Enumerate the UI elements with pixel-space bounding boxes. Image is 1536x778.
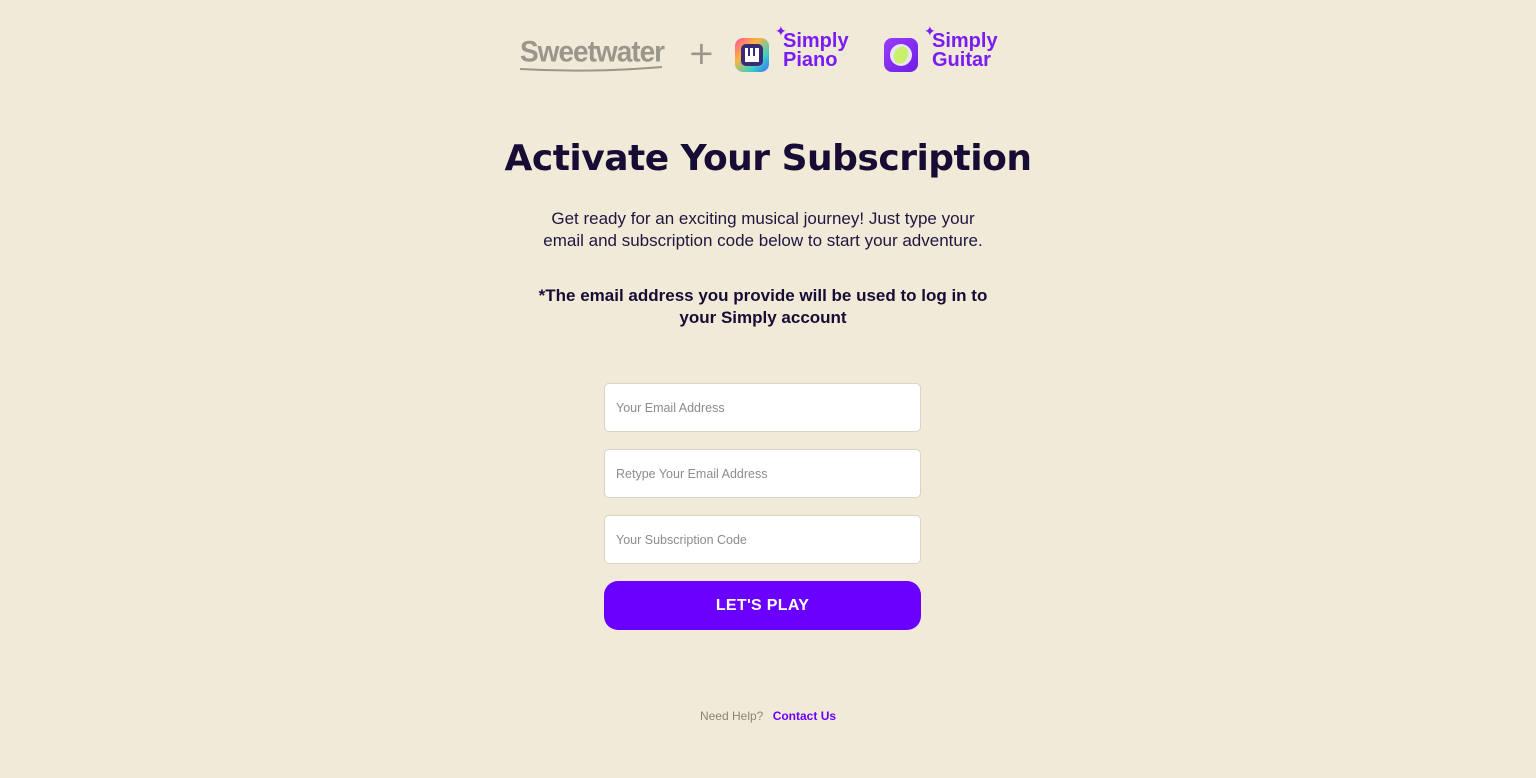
simply-guitar-icon xyxy=(884,38,918,72)
footer: Need Help? Contact Us xyxy=(0,709,1536,723)
lets-play-button[interactable]: LET'S PLAY xyxy=(604,581,921,630)
page-title: Activate Your Subscription xyxy=(504,138,1032,179)
sweetwater-logo: Sweetwater xyxy=(520,35,665,68)
simply-piano-name: Simply Piano xyxy=(783,30,849,71)
activation-form: LET'S PLAY xyxy=(604,383,921,630)
subscription-code-field[interactable] xyxy=(604,515,921,564)
login-note: *The email address you provide will be u… xyxy=(538,286,988,327)
page-subtitle: Get ready for an exciting musical journe… xyxy=(543,209,983,250)
header-logos: Sweetwater + ✦ Simply Piano ✦ Simply Gui… xyxy=(0,24,1536,84)
simply-guitar-name: Simply Guitar xyxy=(932,30,998,71)
email-confirm-field[interactable] xyxy=(604,449,921,498)
sweetwater-swoosh-icon xyxy=(520,66,662,72)
activation-page: Sweetwater + ✦ Simply Piano ✦ Simply Gui… xyxy=(0,0,1536,778)
simply-piano-icon xyxy=(735,38,769,72)
help-text: Need Help? xyxy=(699,709,764,723)
contact-us-link[interactable]: Contact Us xyxy=(773,709,836,723)
email-field[interactable] xyxy=(604,383,921,432)
plus-sign: + xyxy=(688,34,715,72)
